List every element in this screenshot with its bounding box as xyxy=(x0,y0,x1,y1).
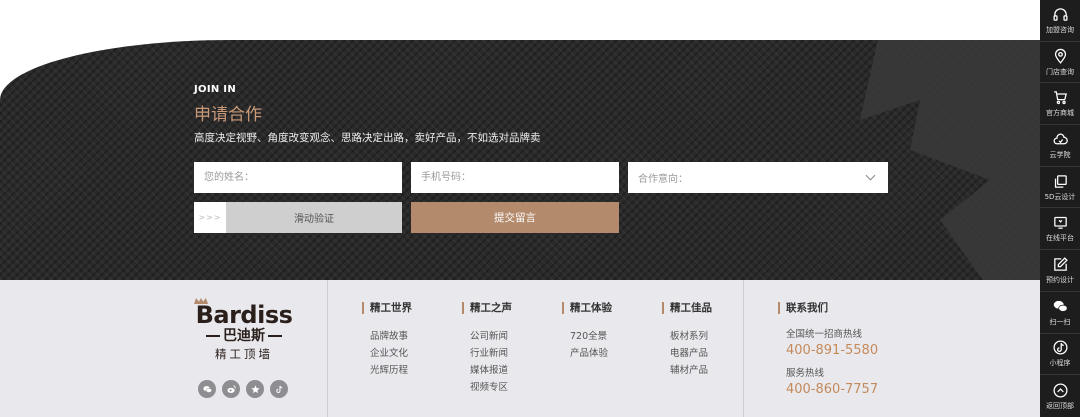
footer-link[interactable]: 产品体验 xyxy=(562,345,612,362)
sidebar-item-book-design[interactable]: 预约设计 xyxy=(1040,250,1080,292)
social-links xyxy=(198,380,288,398)
footer-link[interactable]: 行业新闻 xyxy=(462,345,512,362)
footer-column-contact: 联系我们 全国统一招商热线 400-891-5580 服务热线 400-860-… xyxy=(778,302,878,406)
column-title: 精工佳品 xyxy=(662,302,712,314)
wechat-icon xyxy=(1053,300,1068,312)
chevron-up-icon xyxy=(1052,383,1068,398)
join-title: 申请合作 xyxy=(194,105,262,125)
submit-button[interactable]: 提交留言 xyxy=(411,202,619,233)
footer-column-products: 精工佳品 板材系列 电器产品 辅材产品 xyxy=(662,302,712,379)
sidebar-label: 加盟咨询 xyxy=(1046,25,1074,34)
floating-sidebar: 加盟咨询 门店查询 官方商城 云学院 5D云设计 在线平台 预约设计 扫一扫 小… xyxy=(1040,0,1080,417)
intent-select[interactable]: 合作意向： xyxy=(628,162,888,193)
sidebar-label: 官方商城 xyxy=(1046,109,1074,118)
footer-link[interactable]: 视频专区 xyxy=(462,379,512,396)
cloud-icon xyxy=(1053,133,1068,145)
brand-logo: Bardiss 巴迪斯 精工顶墙 xyxy=(194,298,294,362)
footer-link[interactable]: 媒体报道 xyxy=(462,362,512,379)
footer-column-world: 精工世界 品牌故事 企业文化 光辉历程 xyxy=(362,302,412,379)
sidebar-item-mall[interactable]: 官方商城 xyxy=(1040,83,1080,126)
sidebar-label: 在线平台 xyxy=(1046,234,1074,243)
edit-icon xyxy=(1053,257,1068,271)
sidebar-label: 门店查询 xyxy=(1046,67,1074,76)
sidebar-label: 云学院 xyxy=(1049,150,1071,159)
sidebar-item-join-consult[interactable]: 加盟咨询 xyxy=(1040,0,1080,42)
sidebar-item-scan[interactable]: 扫一扫 xyxy=(1040,292,1080,334)
footer-column-voice: 精工之声 公司新闻 行业新闻 媒体报道 视频专区 xyxy=(462,302,512,396)
column-title: 精工体验 xyxy=(562,302,612,314)
service-number: 400-860-7757 xyxy=(786,382,879,397)
chevron-down-icon xyxy=(865,170,876,181)
column-title: 精工世界 xyxy=(362,302,412,314)
tiktok-icon[interactable] xyxy=(270,380,288,398)
slide-verification: >>> 滑动验证 xyxy=(194,202,402,233)
page: JOIN IN 申请合作 高度决定视野、角度改变观念、思路决定出路，卖好产品，不… xyxy=(0,0,1080,417)
headset-icon xyxy=(1052,8,1068,21)
tiktok-icon xyxy=(1052,340,1068,355)
service-label: 服务热线 xyxy=(786,368,825,379)
footer-link[interactable]: 光辉历程 xyxy=(362,362,412,379)
footer-link[interactable]: 电器产品 xyxy=(662,345,712,362)
sidebar-item-back-to-top[interactable]: 返回顶部 xyxy=(1040,375,1080,417)
hotline-label: 全国统一招商热线 xyxy=(786,329,863,340)
sidebar-label: 扫一扫 xyxy=(1049,317,1071,326)
join-subtitle: 高度决定视野、角度改变观念、思路决定出路，卖好产品，不如选对品牌卖 xyxy=(194,132,541,144)
join-section: JOIN IN 申请合作 高度决定视野、角度改变观念、思路决定出路，卖好产品，不… xyxy=(0,40,1040,280)
footer-link[interactable]: 公司新闻 xyxy=(462,328,512,345)
footer-link[interactable]: 品牌故事 xyxy=(362,328,412,345)
name-input[interactable] xyxy=(194,162,402,193)
brand-name-en: Bardiss xyxy=(194,298,294,328)
location-icon xyxy=(1054,48,1066,64)
sidebar-item-mini-program[interactable]: 小程序 xyxy=(1040,334,1080,376)
copy-icon xyxy=(1054,174,1067,188)
footer-link[interactable]: 板材系列 xyxy=(662,328,712,345)
sidebar-item-5d-design[interactable]: 5D云设计 xyxy=(1040,167,1080,209)
divider xyxy=(743,280,744,417)
footer-link[interactable]: 辅材产品 xyxy=(662,362,712,379)
cart-icon xyxy=(1053,91,1067,105)
footer-link[interactable]: 720全景 xyxy=(562,328,612,345)
join-label: JOIN IN xyxy=(194,84,236,95)
wechat-icon[interactable] xyxy=(198,380,216,398)
hotline-number: 400-891-5580 xyxy=(786,343,879,358)
sidebar-label: 5D云设计 xyxy=(1044,192,1076,201)
footer: Bardiss 巴迪斯 精工顶墙 精工世界 品牌故事 企业文化 光辉历程 精工之… xyxy=(0,280,1040,417)
intent-select-value: 合作意向： xyxy=(638,174,688,185)
sidebar-label: 小程序 xyxy=(1049,359,1071,368)
sidebar-item-online-platform[interactable]: 在线平台 xyxy=(1040,208,1080,251)
sidebar-item-store-search[interactable]: 门店查询 xyxy=(1040,42,1080,84)
crown-icon xyxy=(194,298,208,304)
column-title: 精工之声 xyxy=(462,302,512,314)
brand-name-cn: 巴迪斯 xyxy=(194,328,294,344)
decorative-shape xyxy=(860,40,1040,280)
weibo-icon[interactable] xyxy=(222,380,240,398)
column-title: 联系我们 xyxy=(778,302,878,314)
monitor-icon xyxy=(1053,217,1067,230)
footer-link[interactable]: 企业文化 xyxy=(362,345,412,362)
footer-column-experience: 精工体验 720全景 产品体验 xyxy=(562,302,612,362)
brand-slogan: 精工顶墙 xyxy=(215,347,273,361)
phone-input[interactable] xyxy=(411,162,619,193)
divider xyxy=(327,280,328,417)
star-icon[interactable] xyxy=(246,380,264,398)
slider-text: 滑动验证 xyxy=(294,214,334,225)
sidebar-label: 返回顶部 xyxy=(1046,401,1074,410)
sidebar-label: 预约设计 xyxy=(1046,275,1074,284)
sidebar-item-cloud-academy[interactable]: 云学院 xyxy=(1040,125,1080,167)
slider-handle[interactable]: >>> xyxy=(194,202,226,233)
